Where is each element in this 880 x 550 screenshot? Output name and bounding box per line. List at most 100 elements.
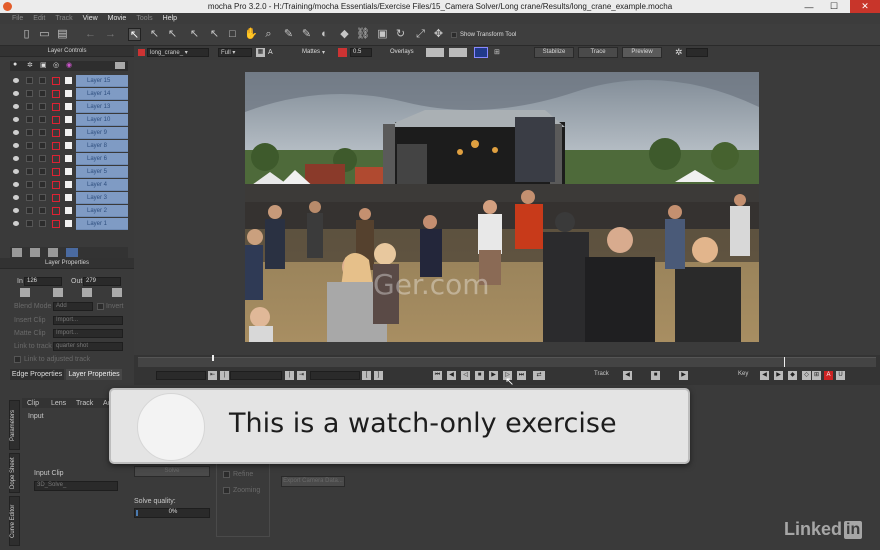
cog-toggle[interactable]	[26, 116, 33, 123]
tab-dope-sheet[interactable]: Dope Sheet	[9, 453, 20, 493]
lock-toggle[interactable]	[39, 207, 46, 214]
matte-color-swatch[interactable]	[52, 89, 60, 98]
open-folder-icon[interactable]: ▭	[38, 28, 51, 41]
lock-toggle[interactable]	[39, 116, 46, 123]
set-out-icon[interactable]: |	[285, 371, 294, 380]
tab-clip[interactable]: Clip	[27, 400, 39, 407]
cog-toggle[interactable]	[26, 90, 33, 97]
visibility-eye-icon[interactable]	[13, 208, 19, 213]
lock-toggle[interactable]	[39, 168, 46, 175]
layer-name[interactable]: Layer 3	[76, 191, 128, 204]
visibility-eye-icon[interactable]	[13, 117, 19, 122]
lock-toggle[interactable]	[39, 220, 46, 227]
menu-movie[interactable]: Movie	[108, 15, 127, 22]
lock-icon[interactable]: ▣	[376, 28, 389, 41]
go-end-icon[interactable]: ⇥	[297, 371, 306, 380]
export-camera-button[interactable]: Export Camera Data...	[281, 476, 345, 487]
link-adjusted-checkbox[interactable]	[14, 356, 21, 363]
lock-toggle[interactable]	[39, 103, 46, 110]
add-point-icon[interactable]: ↖	[166, 28, 179, 41]
layer-color-swatch[interactable]	[65, 142, 72, 149]
cog-toggle[interactable]	[26, 129, 33, 136]
menu-tools[interactable]: Tools	[136, 15, 152, 22]
hand-tool-icon[interactable]: ✋	[244, 28, 258, 41]
layer-color-swatch[interactable]	[65, 168, 72, 175]
loop-out-icon[interactable]: ]	[374, 371, 383, 380]
visibility-eye-icon[interactable]	[13, 195, 19, 200]
set-in-point-icon[interactable]: ⇤	[208, 371, 217, 380]
layer-row[interactable]: Layer 13	[10, 100, 128, 113]
stabilize-button[interactable]: Stabilize	[534, 47, 574, 58]
refine-checkbox[interactable]	[223, 471, 230, 478]
matte-color-swatch[interactable]	[52, 76, 60, 85]
matte-color-swatch[interactable]	[52, 219, 60, 228]
matte-color-swatch[interactable]	[52, 115, 60, 124]
sun-icon[interactable]: ✲	[675, 47, 683, 58]
lock-toggle[interactable]	[39, 194, 46, 201]
add-bezier-icon[interactable]: ✎	[300, 28, 313, 41]
visibility-eye-icon[interactable]	[13, 182, 19, 187]
opacity-field[interactable]: 0.5	[350, 48, 372, 57]
scale-icon[interactable]: ⤢	[414, 28, 427, 41]
current-frame-field[interactable]	[230, 371, 282, 380]
rect-tool-icon[interactable]: □	[226, 28, 239, 41]
visibility-eye-icon[interactable]	[13, 130, 19, 135]
rotate-icon[interactable]: ↻	[394, 28, 407, 41]
zooming-checkbox[interactable]	[223, 487, 230, 494]
in-field[interactable]: 126	[24, 277, 62, 286]
visibility-eye-icon[interactable]	[13, 143, 19, 148]
layer-row[interactable]: Layer 5	[10, 165, 128, 178]
layer-row[interactable]: Layer 14	[10, 87, 128, 100]
track-stop-icon[interactable]: ■	[651, 371, 660, 380]
end-frame-field[interactable]	[310, 371, 360, 380]
keyframe-mode-icon[interactable]: ⊞	[812, 371, 821, 380]
bezier-tool-icon[interactable]: ↖	[148, 28, 161, 41]
zoom-tool-icon[interactable]: ⌕	[262, 28, 275, 41]
undo-icon[interactable]: ←	[84, 28, 97, 41]
save-icon[interactable]: ▤	[56, 28, 69, 41]
layer-row[interactable]: Layer 10	[10, 113, 128, 126]
layer-row[interactable]: Layer 1	[10, 217, 128, 230]
layer-color-swatch[interactable]	[65, 207, 72, 214]
layer-name[interactable]: Layer 10	[76, 113, 128, 126]
out-point-marker[interactable]	[784, 357, 785, 367]
clip-select[interactable]: long_crane_ ▾	[147, 48, 209, 57]
layer-menu-icon[interactable]	[115, 62, 125, 69]
visibility-eye-icon[interactable]	[13, 78, 19, 83]
layer-color-swatch[interactable]	[65, 103, 72, 110]
prev-key-icon[interactable]: ◀	[447, 371, 456, 380]
matte-color-swatch[interactable]	[52, 167, 60, 176]
track-back-icon[interactable]: ◀	[623, 371, 632, 380]
show-transform-checkbox[interactable]	[451, 32, 457, 38]
insert-clip-select[interactable]: Import...	[53, 316, 123, 325]
layer-name[interactable]: Layer 9	[76, 126, 128, 139]
tab-parameters[interactable]: Parameters	[9, 400, 20, 450]
matte-clip-select[interactable]: Import...	[53, 329, 123, 338]
layer-row[interactable]: Layer 8	[10, 139, 128, 152]
timeline-ruler[interactable]	[138, 357, 876, 367]
lock-toggle[interactable]	[39, 90, 46, 97]
layer-row[interactable]: Layer 3	[10, 191, 128, 204]
out-field[interactable]: 279	[83, 277, 121, 286]
matte-color-icon[interactable]	[338, 48, 347, 57]
add-layer-icon[interactable]	[12, 248, 22, 257]
trace-button[interactable]: Trace	[578, 47, 618, 58]
overlays-label[interactable]: Overlays	[390, 48, 414, 57]
tab-edge-properties[interactable]: Edge Properties	[10, 369, 64, 380]
pin-icon[interactable]: ◆	[338, 28, 351, 41]
layer-name[interactable]: Layer 5	[76, 165, 128, 178]
add-xspline-icon[interactable]: ✎	[282, 28, 295, 41]
magnet-icon[interactable]: ◐	[318, 28, 331, 41]
last-frame-icon[interactable]: ⏭	[517, 371, 526, 380]
matte-color-swatch[interactable]	[52, 206, 60, 215]
layer-color-swatch[interactable]	[65, 90, 72, 97]
menu-track[interactable]: Track	[55, 15, 72, 22]
delete-keyframe-icon[interactable]: ◇	[802, 371, 811, 380]
duplicate-layer-icon[interactable]	[30, 248, 40, 257]
proxy-icon[interactable]: ⊞	[494, 48, 504, 57]
overlay-mode-icon[interactable]	[426, 48, 444, 57]
edit-tool-icon[interactable]: ↖	[208, 28, 221, 41]
go-out-icon[interactable]	[112, 288, 122, 297]
go-start-icon[interactable]: |	[220, 371, 229, 380]
visibility-eye-icon[interactable]	[13, 156, 19, 161]
